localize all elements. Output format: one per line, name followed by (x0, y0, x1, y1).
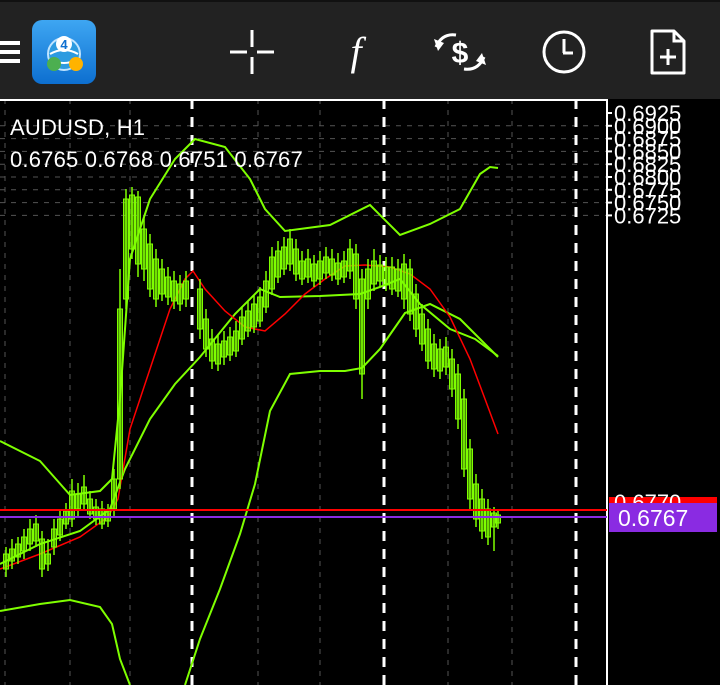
candle-body (377, 264, 383, 282)
candle-body (227, 336, 233, 356)
candle-body (305, 258, 311, 278)
candle-body (473, 483, 479, 520)
candle-body (147, 243, 153, 290)
svg-text:$: $ (452, 37, 469, 70)
chart-ohlc-values: 0.6765 0.6768 0.6751 0.6767 (10, 147, 303, 172)
candle-body (153, 258, 159, 300)
candle-body (135, 196, 141, 265)
candle-body (177, 283, 183, 305)
candle-body (329, 258, 335, 276)
candle-body (431, 343, 437, 370)
candle-body (239, 316, 245, 340)
candle-body (159, 268, 165, 295)
candle-body (437, 348, 443, 372)
candle-body (269, 256, 275, 290)
candle-body (87, 498, 93, 515)
candle-body (141, 228, 147, 270)
trade-dollar-icon[interactable]: $ (432, 2, 488, 101)
candle-body (75, 493, 81, 510)
price-scale-label: 0.6725 (614, 203, 681, 228)
candle-body (251, 303, 257, 328)
candle-body (383, 266, 389, 286)
candle-body (467, 448, 473, 500)
candle-body (123, 198, 129, 300)
candle-body (111, 478, 117, 510)
timeframe-clock-icon[interactable] (541, 2, 587, 101)
candle-body (171, 280, 177, 302)
candle-body (45, 553, 51, 565)
candle-body (27, 528, 33, 545)
candle-body (389, 266, 395, 290)
candle-body (365, 268, 371, 300)
candle-body (21, 536, 27, 552)
candle-body (39, 538, 45, 570)
indicators-f-icon[interactable]: f (338, 2, 374, 101)
indicators-f-glyph: f (350, 29, 362, 74)
candle-body (443, 346, 449, 368)
candle-body (479, 498, 485, 532)
crosshair-icon[interactable] (229, 2, 275, 101)
candle-body (395, 268, 401, 292)
chart-canvas[interactable]: 0.69250.69000.68750.68500.68250.68000.67… (0, 99, 720, 685)
chart-symbol-timeframe: AUDUSD, H1 (10, 115, 146, 140)
candle-body (221, 340, 227, 358)
candle-body (57, 518, 63, 536)
top-toolbar: 4 f $ (0, 0, 720, 99)
candle-body (183, 280, 189, 300)
candle-body (3, 553, 9, 570)
candle-body (371, 260, 377, 285)
hamburger-menu-icon[interactable] (0, 2, 22, 101)
metatrader-4-app-icon[interactable]: 4 (32, 2, 96, 101)
candle-body (197, 288, 203, 330)
candle-body (413, 293, 419, 330)
candle-body (461, 398, 467, 470)
candle-body (233, 330, 239, 352)
candle-body (51, 528, 57, 548)
candle-body (263, 280, 269, 308)
candle-body (287, 238, 293, 265)
candle-body (401, 263, 407, 300)
new-order-document-icon[interactable] (648, 2, 688, 101)
candle-body (165, 276, 171, 298)
candle-body (33, 523, 39, 542)
candle-body (353, 253, 359, 300)
candle-body (15, 543, 21, 558)
candle-body (9, 548, 15, 562)
candle-body (257, 296, 263, 322)
candle-body (407, 268, 413, 315)
candle-body (81, 486, 87, 505)
candle-body (299, 260, 305, 280)
candle-body (69, 490, 75, 520)
candle-body (245, 310, 251, 332)
candle-body (359, 278, 365, 375)
price-chart[interactable]: 0.6925 0.6900 0.6875 0.6850 0.6825 0.6800 0.67… (0, 99, 720, 685)
candle-body (455, 373, 461, 420)
candle-body (129, 194, 135, 250)
candle-body (311, 263, 317, 282)
candle-body (203, 318, 209, 350)
candle-body (209, 338, 215, 362)
candle-body (347, 248, 353, 272)
bid-price-label: 0.6767 (618, 505, 688, 531)
candle-body (293, 248, 299, 275)
candle-body (117, 308, 123, 480)
candle-body (323, 256, 329, 274)
candle-body (275, 250, 281, 278)
candle-body (419, 313, 425, 345)
candle-body (335, 262, 341, 280)
candle-body (317, 260, 323, 280)
app-icon-badge: 4 (60, 37, 68, 52)
candle-body (485, 508, 491, 538)
candle-body (425, 328, 431, 362)
bollinger-lower-band (0, 598, 131, 685)
candle-body (341, 260, 347, 278)
candle-body (215, 343, 221, 365)
candle-body (281, 246, 287, 270)
candle-body (449, 358, 455, 390)
